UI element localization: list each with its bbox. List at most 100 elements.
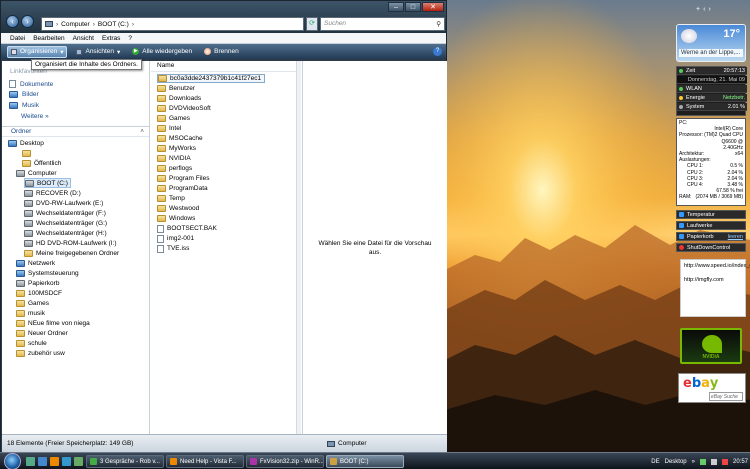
minimize-button[interactable]: – [388, 2, 404, 12]
forward-button[interactable]: › [21, 15, 34, 28]
more-links[interactable]: Weitere » [21, 113, 49, 120]
help-icon[interactable]: ? [433, 47, 442, 56]
list-item[interactable]: Games [157, 114, 190, 123]
list-item[interactable]: perflogs [157, 164, 192, 173]
list-item[interactable]: Windows [157, 214, 195, 223]
add-gadget-icon[interactable]: + [696, 6, 700, 13]
network-tray-icon[interactable] [699, 458, 706, 465]
tree-item-games[interactable]: Games [16, 298, 49, 308]
burn-button[interactable]: Brennen [201, 47, 242, 56]
tray-clock[interactable]: 20:57 [733, 459, 748, 465]
breadcrumb-root[interactable]: Computer [61, 21, 90, 28]
tree-item-recover-d[interactable]: RECOVER (D:) [24, 188, 81, 198]
tree-item-filme[interactable]: NEue filme von niega [16, 318, 90, 328]
list-item[interactable]: TVE.iss [157, 244, 189, 253]
tree-item-neuer-ordner[interactable]: Neuer Ordner [16, 328, 68, 338]
shutdown-control-button[interactable]: ShutDownControl [676, 243, 746, 252]
breadcrumb-current[interactable]: BOOT (C:) [98, 21, 129, 28]
taskbar-button-chat[interactable]: 3 Gespräche - Rob v... [86, 455, 164, 468]
menu-help[interactable]: ? [128, 35, 132, 42]
tree-item-zubehoer[interactable]: zubehör usw [16, 348, 65, 358]
list-item[interactable]: MyWorks [157, 144, 196, 153]
list-item[interactable]: BOOTSECT.BAK [157, 224, 217, 233]
tree-item-public[interactable]: Öffentlich [22, 158, 61, 168]
menu-datei[interactable]: Datei [10, 35, 25, 42]
desktop-toolbar[interactable]: Desktop [665, 459, 687, 465]
tree-item-removable-f[interactable]: Wechseldatenträger (F:) [24, 208, 106, 218]
nvidia-gadget[interactable]: NVIDIA [680, 328, 742, 364]
link-musik[interactable]: Musik [9, 102, 39, 109]
drives-button[interactable]: Laufwerke [676, 221, 746, 230]
tree-item-computer[interactable]: Computer [16, 168, 57, 178]
list-item[interactable]: Intel [157, 124, 181, 133]
tree-label: Papierkorb [28, 279, 60, 287]
switch-windows-icon[interactable] [38, 457, 47, 466]
tree-item-100msdcf[interactable]: 100MSDCF [16, 288, 62, 298]
menu-ansicht[interactable]: Ansicht [73, 35, 94, 42]
start-button[interactable] [4, 453, 21, 469]
back-button[interactable]: ‹ [6, 15, 19, 28]
system-gadget[interactable]: Zeit 20:57:13 Donnerstag, 21. Mai 09 WLA… [676, 66, 747, 116]
organize-button[interactable]: Organisieren ▾ [7, 45, 68, 58]
volume-tray-icon[interactable] [710, 458, 717, 465]
scrollbar[interactable] [296, 61, 301, 434]
list-item[interactable]: ProgramData [157, 184, 208, 193]
taskbar-button-explorer[interactable]: BOOT (C:) [326, 455, 404, 468]
tree-item-boot-c[interactable]: BOOT (C:) [24, 178, 71, 188]
tree-item-user[interactable] [22, 148, 34, 158]
menu-bearbeiten[interactable]: Bearbeiten [33, 35, 64, 42]
tree-item-dvd-e[interactable]: DVD-RW-Laufwerk (E:) [24, 198, 103, 208]
ebay-search-input[interactable]: eBay Suche [709, 392, 743, 401]
app-tray-icon[interactable] [721, 458, 728, 465]
link-dokumente[interactable]: Dokumente [9, 80, 53, 88]
empty-recycle-bin-link[interactable]: leeren [728, 234, 743, 240]
search-input[interactable]: Suchen ⚲ [320, 17, 445, 31]
tree-item-control-panel[interactable]: Systemsteuerung [16, 268, 79, 278]
show-desktop-icon[interactable] [26, 457, 35, 466]
tree-item-shared-folders[interactable]: Meine freigegebenen Ordner [24, 248, 119, 258]
chevron-right-icon[interactable]: › [708, 6, 710, 13]
link-bilder[interactable]: Bilder [9, 91, 39, 98]
search-icon[interactable]: ⚲ [436, 19, 441, 31]
tree-item-hddvd-i[interactable]: HD DVD-ROM-Laufwerk (I:) [24, 238, 117, 248]
folders-header[interactable]: Ordner ˄ [2, 126, 149, 137]
browser-icon[interactable] [62, 457, 71, 466]
list-item[interactable]: Benutzer [157, 84, 195, 93]
play-all-button[interactable]: ▶ Alle wiedergeben [129, 47, 195, 56]
list-item[interactable]: MSOCache [157, 134, 203, 143]
tree-item-schule[interactable]: schule [16, 338, 47, 348]
menu-extras[interactable]: Extras [102, 35, 120, 42]
list-item[interactable]: DVDVideoSoft [157, 104, 211, 113]
sidebar-controls[interactable]: + ‹ › [696, 6, 711, 13]
tree-item-removable-h[interactable]: Wechseldatenträger (H:) [24, 228, 107, 238]
list-item[interactable]: Program Files [157, 174, 209, 183]
taskbar-button-browser[interactable]: Need Help - Vista F... [166, 455, 244, 468]
app-icon[interactable] [74, 457, 83, 466]
tree-item-recycle-bin[interactable]: Papierkorb [16, 278, 59, 288]
address-bar[interactable]: › Computer › BOOT (C:) › [41, 17, 304, 31]
chevron-left-icon[interactable]: ‹ [703, 6, 705, 13]
maximize-button[interactable]: □ [405, 2, 421, 12]
weather-gadget[interactable]: 17° Werne an der Lippe,... [676, 24, 746, 62]
chevron-double-icon[interactable]: » [692, 459, 695, 465]
list-item[interactable]: bc0a3dde2437379b1c41f27ec1 [157, 74, 266, 83]
tree-item-removable-g[interactable]: Wechseldatenträger (G:) [24, 218, 107, 228]
list-item[interactable]: img2-001 [157, 234, 194, 243]
list-item[interactable]: Downloads [157, 94, 201, 103]
close-button[interactable]: ✕ [422, 2, 444, 12]
language-indicator[interactable]: DE [651, 459, 659, 465]
column-header-name[interactable]: Name [151, 61, 301, 72]
tree-item-network[interactable]: Netzwerk [16, 258, 55, 268]
refresh-button[interactable]: ⟳ [306, 17, 318, 31]
firefox-icon[interactable] [50, 457, 59, 466]
tree-item-desktop[interactable]: Desktop [8, 138, 44, 148]
list-item[interactable]: Temp [157, 194, 185, 203]
list-item[interactable]: Westwood [157, 204, 199, 213]
ram-row: RAM: (2074 MB / 3069 MB) [679, 194, 743, 200]
notes-gadget[interactable]: http://www.speed.io/index_de.html http:/… [680, 259, 750, 317]
tree-item-musik[interactable]: musik [16, 308, 45, 318]
views-button[interactable]: Ansichten ▾ [73, 47, 123, 57]
taskbar-button-winrar[interactable]: FxVision32.zip - WinR... [246, 455, 324, 468]
temperature-button[interactable]: Temperatur [676, 210, 746, 219]
list-item[interactable]: NVIDIA [157, 154, 191, 163]
